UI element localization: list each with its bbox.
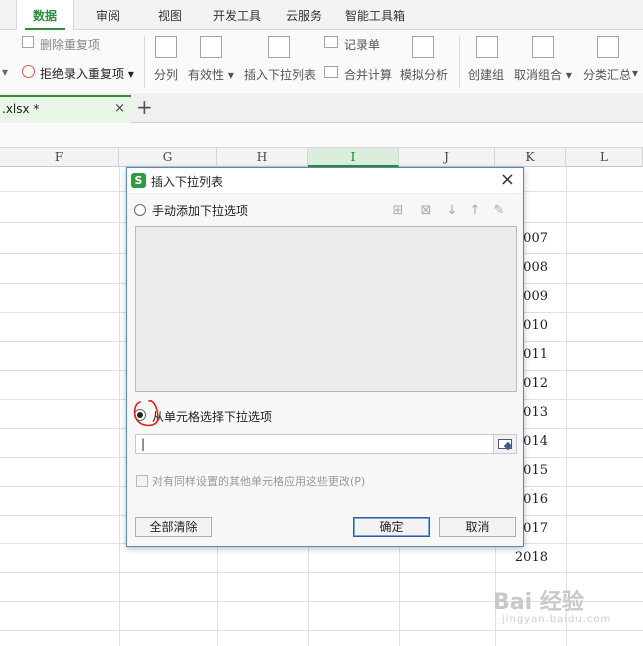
tab-developer[interactable]: 开发工具: [206, 0, 268, 30]
new-tab-plus-icon[interactable]: +: [136, 94, 153, 120]
cancel-button[interactable]: 取消: [439, 517, 516, 537]
record-sheet-button[interactable]: 记录单: [344, 36, 380, 53]
tab-view[interactable]: 视图: [146, 0, 194, 30]
cell-k-value[interactable]: 2018: [496, 543, 566, 572]
simulate-icon: [412, 36, 434, 58]
simulate-button[interactable]: 模拟分析: [400, 66, 448, 83]
create-group-icon: [476, 36, 498, 58]
split-column-icon: [155, 36, 177, 58]
column-header-g[interactable]: G: [119, 148, 217, 167]
app-logo-icon: S: [131, 173, 146, 188]
column-header-bar: F G H I J K L: [0, 148, 643, 167]
subtotal-dropdown-arrow-icon[interactable]: ▾: [632, 66, 638, 80]
column-header-i[interactable]: I: [308, 148, 399, 167]
grid-line: [0, 572, 643, 573]
edit-icon[interactable]: ✎: [492, 204, 506, 218]
close-icon[interactable]: ×: [500, 169, 515, 191]
tab-cloud[interactable]: 云服务: [278, 0, 330, 30]
file-tab-label: .xlsx *: [2, 102, 40, 116]
split-column-button[interactable]: 分列: [154, 66, 178, 83]
watermark-url: jingyan.baidu.com: [502, 614, 612, 625]
ungroup-icon: [532, 36, 554, 58]
remove-duplicates-icon: [22, 36, 34, 48]
ribbon-panel: 删除重复项 ▾ 拒绝录入重复项 ▾ 分列 有效性 ▾ 插入下拉列表 记录单 合并…: [0, 30, 643, 93]
record-sheet-icon: [324, 36, 338, 48]
tab-review[interactable]: 审阅: [84, 0, 132, 30]
dialog-title: 插入下拉列表: [151, 175, 224, 189]
validity-icon: [200, 36, 222, 58]
insert-dropdown-button[interactable]: 插入下拉列表: [244, 66, 316, 83]
manual-option-label[interactable]: 手动添加下拉选项: [152, 202, 248, 219]
dropdown-items-list[interactable]: [135, 226, 517, 392]
ok-button[interactable]: 确定: [353, 517, 430, 537]
file-tab-bar: .xlsx * × +: [0, 93, 643, 123]
tab-smart-tools[interactable]: 智能工具箱: [340, 0, 410, 30]
create-group-button[interactable]: 创建组: [468, 66, 504, 83]
merge-calc-button[interactable]: 合并计算: [344, 66, 392, 83]
clear-all-button[interactable]: 全部清除: [135, 517, 212, 537]
subtotal-button[interactable]: 分类汇总: [583, 66, 631, 83]
cell-source-option-label[interactable]: 从单元格选择下拉选项: [152, 408, 272, 425]
add-item-icon[interactable]: ⊞: [391, 204, 405, 218]
apply-all-label: 对有同样设置的其他单元格应用这些更改(P): [152, 475, 366, 488]
delete-item-icon[interactable]: ⊠: [419, 204, 433, 218]
insert-dropdown-icon: [268, 36, 290, 58]
remove-duplicates-button[interactable]: 删除重复项: [40, 36, 100, 53]
file-tab[interactable]: .xlsx * ×: [0, 95, 131, 123]
move-down-icon[interactable]: ↓: [445, 204, 459, 218]
red-annotation-circle: [133, 399, 159, 427]
subtotal-icon: [597, 36, 619, 58]
dialog-title-bar[interactable]: S 插入下拉列表 ×: [127, 168, 523, 194]
reject-duplicates-icon: [22, 65, 35, 78]
column-header-j[interactable]: J: [399, 148, 495, 167]
column-header-k[interactable]: K: [495, 148, 566, 167]
tab-data[interactable]: 数据: [16, 0, 74, 30]
column-header-h[interactable]: H: [217, 148, 308, 167]
close-icon[interactable]: ×: [114, 97, 125, 121]
merge-calc-icon: [324, 66, 338, 78]
range-picker-icon[interactable]: [493, 435, 516, 453]
column-header-f[interactable]: F: [0, 148, 119, 167]
validity-button[interactable]: 有效性 ▾: [188, 66, 234, 83]
ribbon-separator: [459, 36, 460, 88]
ribbon-tab-bar: 数据 审阅 视图 开发工具 云服务 智能工具箱: [0, 0, 643, 30]
ungroup-button[interactable]: 取消组合 ▾: [514, 66, 572, 83]
ribbon-separator: [144, 36, 145, 88]
column-header-l[interactable]: L: [566, 148, 643, 167]
grid-line: [566, 167, 567, 646]
manual-option-radio[interactable]: [134, 204, 146, 216]
dropdown-arrow-icon[interactable]: ▾: [2, 65, 8, 79]
formula-bar-area: [0, 123, 643, 148]
insert-dropdown-dialog: S 插入下拉列表 × 手动添加下拉选项 ⊞ ⊠ ↓ ↑ ✎ 从单元格选择下拉选项…: [126, 167, 524, 547]
apply-all-checkbox[interactable]: [136, 475, 148, 487]
cell-range-input[interactable]: |: [135, 434, 517, 454]
grid-line: [119, 167, 120, 646]
move-up-icon[interactable]: ↑: [468, 204, 482, 218]
watermark-logo: Bai 经验: [493, 590, 584, 615]
reject-duplicates-button[interactable]: 拒绝录入重复项 ▾: [40, 65, 134, 82]
grid-line: [0, 630, 643, 631]
